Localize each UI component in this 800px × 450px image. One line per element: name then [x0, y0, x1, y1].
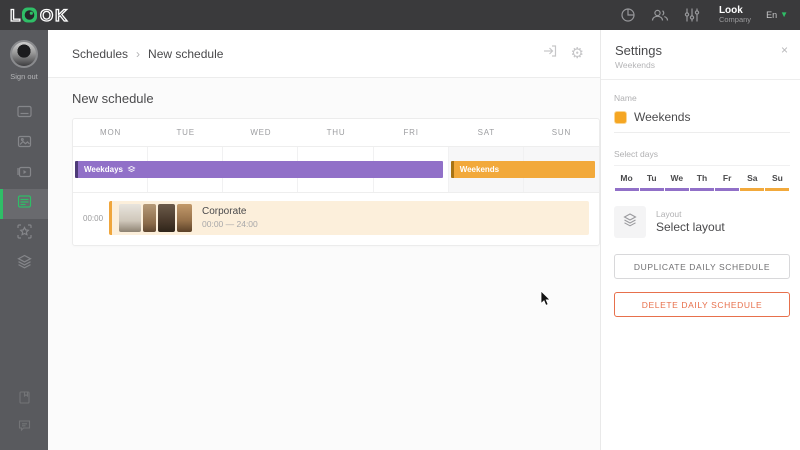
topbar: L O K Look Company En ▼	[0, 0, 800, 30]
daily-schedule-row: 00:00 Corporate 00:00 — 24:00	[73, 193, 599, 245]
main-area: Schedules › New schedule ⚙ New schedule …	[48, 30, 600, 450]
breadcrumb-schedules[interactable]: Schedules	[72, 47, 128, 61]
layers-icon	[621, 211, 639, 234]
close-icon[interactable]: ×	[781, 44, 788, 56]
breadcrumb-current: New schedule	[148, 46, 224, 61]
mouse-cursor	[540, 290, 551, 312]
name-field-label: Name	[614, 93, 637, 103]
breadcrumb-separator: ›	[136, 46, 141, 61]
duplicate-daily-schedule-button[interactable]: DUPLICATE DAILY SCHEDULE	[614, 254, 790, 279]
day-header-mon: MON	[100, 128, 122, 137]
day-toggle-mo[interactable]: Mo	[614, 166, 639, 191]
schedule-calendar-card: MON TUE WED THU FRI SAT SUN Weekdays Wee…	[72, 118, 600, 246]
language-selector[interactable]: En ▼	[766, 10, 788, 20]
sidebar-item-schedules[interactable]	[0, 189, 48, 219]
avatar[interactable]	[10, 40, 38, 68]
sidebar-item-videos[interactable]	[0, 159, 48, 189]
thumbnail-1	[119, 204, 141, 232]
day-toggle-tu[interactable]: Tu	[639, 166, 664, 191]
images-icon	[16, 133, 33, 155]
layout-value: Select layout	[656, 219, 725, 234]
schedule-item-range: 00:00 — 24:00	[202, 218, 258, 229]
day-header-thu: THU	[326, 128, 346, 137]
svg-text:L: L	[10, 6, 20, 25]
schedule-item-corporate[interactable]: Corporate 00:00 — 24:00	[109, 201, 589, 235]
sign-out-label: Sign out	[10, 72, 38, 81]
schedule-start-time: 00:00	[83, 213, 104, 223]
weekdays-band-label: Weekdays	[84, 165, 123, 174]
breadcrumb: Schedules › New schedule ⚙	[48, 30, 600, 78]
day-header-wed: WED	[250, 128, 272, 137]
weekdays-band[interactable]: Weekdays	[75, 161, 443, 178]
videos-icon	[16, 163, 33, 185]
widgets-icon	[16, 223, 33, 245]
day-header-sun: SUN	[551, 128, 572, 137]
book-icon	[17, 390, 32, 410]
sidebar-item-widgets[interactable]	[0, 219, 48, 249]
look-logo[interactable]: L O K	[10, 4, 74, 26]
thumbnail-3	[158, 204, 175, 232]
sliders-icon[interactable]	[684, 7, 700, 23]
company-sub: Company	[718, 15, 752, 25]
calendar-day-headers: MON TUE WED THU FRI SAT SUN	[73, 119, 599, 147]
look-logo-icon: L O K	[10, 5, 69, 25]
thumbnail-4	[177, 204, 192, 232]
stats-icon[interactable]	[620, 7, 636, 23]
svg-text:O: O	[40, 6, 53, 25]
name-value: Weekends	[634, 110, 691, 124]
day-header-sat: SAT	[477, 128, 495, 137]
day-toggle-we[interactable]: We	[664, 166, 689, 191]
day-toggle-fr[interactable]: Fr	[715, 166, 740, 191]
layout-label: Layout	[656, 208, 682, 219]
day-header-tue: TUE	[176, 128, 195, 137]
color-swatch[interactable]	[615, 111, 626, 123]
delete-daily-schedule-button[interactable]: DELETE DAILY SCHEDULE	[614, 292, 790, 317]
sign-out-control[interactable]: Sign out	[10, 40, 38, 81]
users-icon[interactable]	[651, 7, 669, 23]
sidebar-item-layers[interactable]	[0, 249, 48, 279]
weekends-band[interactable]: Weekends	[450, 161, 595, 178]
settings-subtitle: Weekends	[615, 60, 656, 70]
settings-title: Settings	[615, 43, 662, 58]
gear-icon[interactable]: ⚙	[571, 46, 584, 61]
layout-box[interactable]	[614, 206, 646, 238]
sidebar-item-documentation[interactable]	[0, 386, 48, 414]
export-icon[interactable]	[542, 43, 558, 64]
thumbnail-2	[143, 204, 156, 232]
calendar-band-row: Weekdays Weekends	[73, 147, 599, 193]
layout-mini-icon	[127, 165, 136, 174]
layout-selector[interactable]: Layout Select layout	[614, 206, 790, 238]
svg-text:K: K	[55, 6, 68, 25]
day-toggle-th[interactable]: Th	[689, 166, 715, 191]
day-header-fri: FRI	[403, 128, 419, 137]
schedule-item-title: Corporate	[202, 206, 247, 218]
schedules-icon	[16, 193, 33, 215]
weekends-band-label: Weekends	[459, 165, 500, 174]
day-toggle-su[interactable]: Su	[765, 166, 790, 191]
sidebar: Sign out	[0, 30, 48, 450]
display-icon	[16, 103, 33, 125]
name-input[interactable]: Weekends	[614, 103, 790, 133]
chat-icon	[17, 418, 32, 438]
settings-panel: Settings Weekends × Name Weekends Select…	[600, 30, 800, 450]
page-title: New schedule	[72, 91, 154, 106]
day-toggle-sa[interactable]: Sa	[740, 166, 765, 191]
language-label: En	[766, 10, 778, 20]
chevron-down-icon: ▼	[780, 10, 788, 19]
sidebar-item-displays[interactable]	[0, 99, 48, 129]
select-days-label: Select days	[614, 149, 658, 159]
playlist-thumbnails	[119, 204, 192, 232]
account-switcher[interactable]: Look Company	[718, 5, 752, 25]
sidebar-item-images[interactable]	[0, 129, 48, 159]
sidebar-item-feedback[interactable]	[0, 414, 48, 442]
layers-icon	[16, 253, 33, 275]
day-selector: Mo Tu We Th Fr Sa Su	[614, 165, 790, 191]
